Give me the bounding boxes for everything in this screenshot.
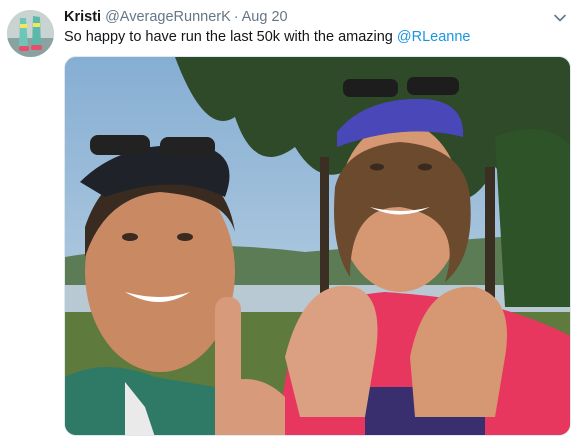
tweet[interactable]: Kristi @AverageRunnerK · Aug 20 So happy to… (0, 0, 578, 443)
tweet-date[interactable]: Aug 20 (242, 9, 288, 25)
mention-link[interactable]: @RLeanne (397, 29, 471, 45)
user-handle[interactable]: @AverageRunnerK (105, 9, 231, 25)
tweet-text-body: So happy to have run the last 50k with t… (64, 29, 397, 45)
separator-dot: · (233, 9, 239, 25)
chevron-down-icon[interactable] (552, 10, 568, 26)
tweet-header: Kristi @AverageRunnerK · Aug 20 (64, 8, 288, 26)
display-name[interactable]: Kristi (64, 9, 101, 25)
avatar[interactable] (7, 10, 54, 57)
tweet-photo[interactable] (64, 56, 571, 436)
photo-image (65, 57, 570, 435)
tweet-text: So happy to have run the last 50k with t… (64, 28, 470, 46)
